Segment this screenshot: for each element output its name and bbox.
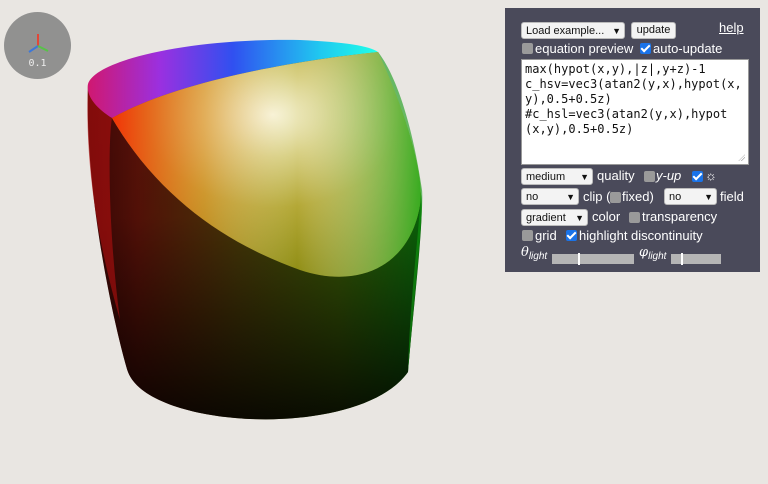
help-link[interactable]: help — [719, 20, 744, 35]
axes-scale-label: 0.1 — [28, 58, 47, 69]
highlight-discontinuity-checkbox[interactable] — [566, 230, 577, 241]
fixed-label: fixed) — [622, 189, 654, 204]
theta-light-label: θlight — [521, 245, 548, 262]
sun-icon: ☼ — [705, 168, 717, 183]
example-select-value: Load example... — [526, 25, 605, 37]
auto-update-label: auto-update — [653, 41, 723, 56]
y-axis-line — [37, 45, 49, 52]
fixed-checkbox[interactable] — [610, 192, 621, 203]
phi-light-label: φlight — [639, 245, 667, 262]
chevron-down-icon: ▼ — [566, 192, 575, 202]
field-select-value: no — [669, 191, 682, 203]
chevron-down-icon: ▼ — [612, 26, 621, 36]
control-panel: Load example... ▼ update help equation p… — [505, 8, 760, 272]
quality-select-value: medium — [526, 171, 566, 183]
theta-light-slider[interactable] — [552, 253, 634, 265]
auto-update-checkbox[interactable] — [640, 43, 651, 54]
resize-grip-icon[interactable] — [738, 154, 745, 161]
light-toggle-checkbox[interactable] — [692, 171, 703, 182]
chevron-down-icon: ▼ — [575, 213, 584, 223]
phi-light-thumb[interactable] — [681, 253, 683, 265]
quality-label: quality — [597, 168, 635, 183]
equation-preview-checkbox[interactable] — [522, 43, 533, 54]
equation-editor[interactable]: max(hypot(x,y),|z|,y+z)-1 c_hsv=vec3(ata… — [521, 59, 749, 165]
grid-checkbox[interactable] — [522, 230, 533, 241]
chevron-down-icon: ▼ — [580, 172, 589, 182]
y-up-checkbox[interactable] — [644, 171, 655, 182]
color-label: color — [592, 209, 621, 224]
equation-preview-label: equation preview — [535, 41, 634, 56]
color-select[interactable]: gradient ▼ — [521, 209, 588, 226]
chevron-down-icon: ▼ — [704, 192, 713, 202]
highlight-discontinuity-label: highlight discontinuity — [579, 228, 703, 243]
y-up-label: y-up — [656, 168, 682, 183]
phi-light-slider[interactable] — [671, 253, 721, 265]
transparency-label: transparency — [642, 209, 718, 224]
clip-label: clip ( — [583, 189, 611, 204]
grid-label: grid — [535, 228, 557, 243]
example-select[interactable]: Load example... ▼ — [521, 22, 625, 39]
clip-select-value: no — [526, 191, 539, 203]
x-axis-line — [28, 45, 39, 53]
color-select-value: gradient — [526, 212, 566, 224]
field-label: field — [720, 189, 744, 204]
update-button[interactable]: update — [631, 22, 676, 39]
axes-indicator[interactable]: 0.1 — [4, 12, 71, 79]
theta-light-thumb[interactable] — [578, 253, 580, 265]
field-select[interactable]: no ▼ — [664, 188, 717, 205]
transparency-checkbox[interactable] — [629, 212, 640, 223]
quality-select[interactable]: medium ▼ — [521, 168, 593, 185]
clip-select[interactable]: no ▼ — [521, 188, 579, 205]
